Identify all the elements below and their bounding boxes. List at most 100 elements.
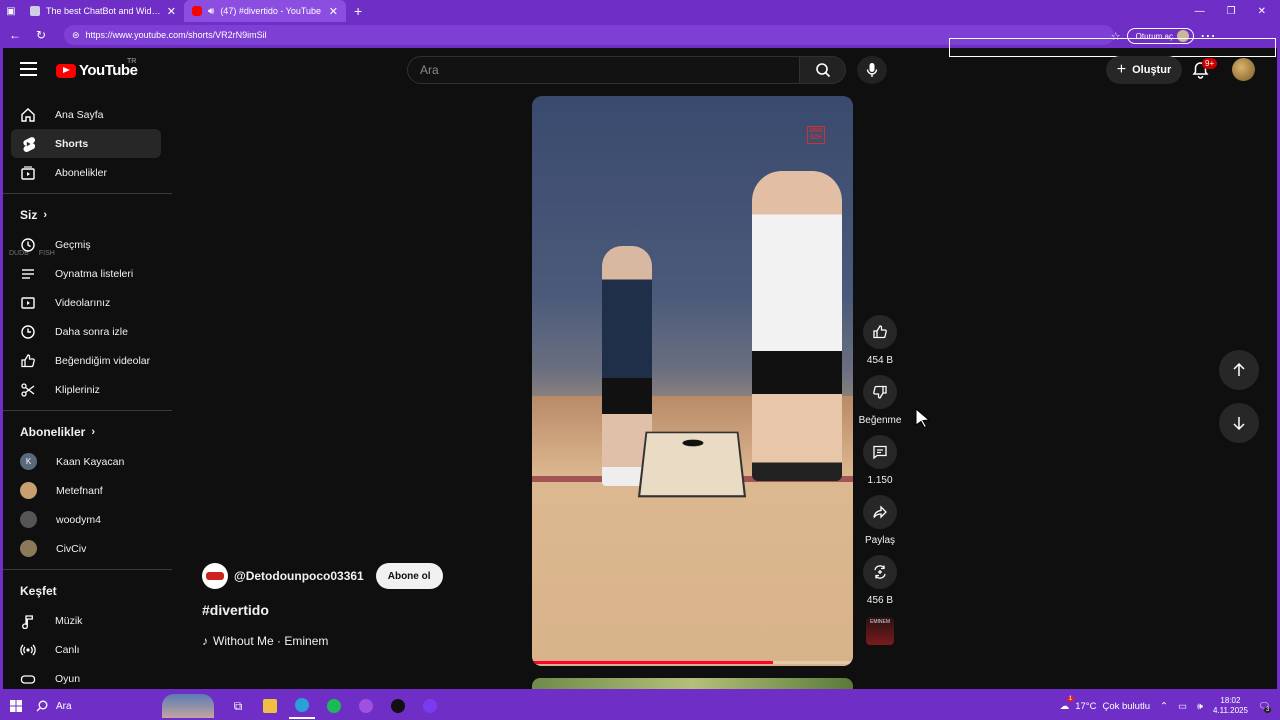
section-title: Siz — [20, 208, 38, 222]
subscribe-button[interactable]: Abone ol — [375, 563, 443, 589]
remix-button[interactable] — [863, 555, 897, 589]
edge-icon — [295, 698, 309, 712]
site-info-icon[interactable]: ⊜ — [72, 30, 80, 41]
country-code: TR — [127, 58, 137, 65]
youtube-logo[interactable]: YouTube TR — [56, 58, 138, 79]
windows-taskbar: Ara ⧉ ☁ 1 17°C Çok bulutlu ⌃ ▭ 🕪︎ 18:02 4… — [0, 692, 1280, 720]
create-label: Oluştur — [1132, 64, 1172, 76]
short-title[interactable]: #divertido — [202, 602, 269, 618]
volume-icon[interactable]: 🕪︎ — [1197, 701, 1203, 712]
task-view-icon: ⧉ — [233, 698, 243, 713]
sidebar-section-subscriptions[interactable]: Abonelikler › — [0, 417, 172, 447]
scissors-icon — [20, 382, 36, 398]
sidebar-item-live[interactable]: Canlı — [0, 635, 172, 664]
taskbar-search[interactable]: Ara — [32, 700, 162, 712]
taskbar-capcut[interactable] — [385, 693, 411, 719]
windows-logo-icon — [10, 700, 22, 712]
chevron-up-icon[interactable]: ⌃ — [1160, 701, 1168, 712]
share-button[interactable] — [863, 495, 897, 529]
capcut-icon — [391, 699, 405, 713]
sidebar-item-gaming[interactable]: Oyun — [0, 664, 172, 692]
chevron-right-icon: › — [43, 209, 48, 221]
sidebar-divider — [0, 193, 172, 194]
sidebar-item-watch-later[interactable]: Daha sonra izle — [0, 317, 172, 346]
speaker-icon[interactable]: 🔊︎ — [208, 6, 214, 17]
channel-name[interactable]: @Detodounpoco03361 — [234, 569, 364, 583]
sidebar-item-liked-videos[interactable]: Beğendiğim videolar — [0, 346, 172, 375]
music-note-icon: ♪ — [202, 634, 208, 648]
next-short-preview[interactable] — [532, 678, 853, 692]
sidebar-sub-woodym4[interactable]: woodym4 — [0, 505, 172, 534]
account-avatar[interactable] — [1232, 58, 1255, 81]
sidebar-item-label: Beğendiğim videolar — [55, 354, 151, 367]
tab-favicon-icon — [30, 6, 40, 16]
taskbar-spotify[interactable] — [321, 693, 347, 719]
taskbar-messenger[interactable] — [353, 693, 379, 719]
sidebar-sub-metefnanf[interactable]: Metefnanf — [0, 476, 172, 505]
voice-search-button[interactable] — [857, 56, 887, 84]
sidebar-item-label: Shorts — [55, 137, 89, 150]
short-sound-link[interactable]: ♪ Without Me · Eminem — [202, 634, 328, 648]
search-input[interactable]: Ara — [407, 56, 800, 84]
next-short-button[interactable] — [1219, 403, 1259, 443]
taskbar-search-label: Ara — [56, 700, 72, 712]
section-title: Abonelikler — [20, 425, 86, 439]
taskbar-file-explorer[interactable] — [257, 693, 283, 719]
your-videos-icon — [20, 295, 36, 311]
comments-button[interactable] — [863, 435, 897, 469]
remix-count: 456 B — [866, 595, 894, 606]
channel-avatar — [20, 511, 37, 528]
browser-tab-youtube[interactable]: 🔊︎ (47) #divertido - YouTube ✕ — [184, 0, 346, 22]
maximize-icon[interactable]: ❐ — [1227, 6, 1236, 17]
close-tab-icon[interactable]: ✕ — [329, 5, 338, 18]
previous-short-button[interactable] — [1219, 350, 1259, 390]
sidebar-item-your-videos[interactable]: Videolarınız — [0, 288, 172, 317]
weather-text: Çok bulutlu — [1102, 700, 1150, 712]
network-icon[interactable]: ▭ — [1178, 701, 1187, 712]
app-icon — [423, 699, 437, 713]
music-album-thumbnail[interactable]: EMINEM — [866, 617, 894, 645]
notification-center-icon[interactable]: 🗨︎ 3 — [1258, 701, 1272, 713]
share-action: Paylaş — [863, 495, 897, 546]
weather-widget[interactable]: ☁ 1 17°C Çok bulutlu — [1060, 695, 1150, 712]
sidebar-item-home[interactable]: Ana Sayfa — [0, 100, 172, 129]
sidebar-item-music[interactable]: Müzik — [0, 606, 172, 635]
sidebar-item-playlists[interactable]: Oynatma listeleri — [0, 259, 172, 288]
taskbar-app-purple[interactable] — [417, 693, 443, 719]
back-icon[interactable]: ← — [6, 28, 24, 42]
video-frame-cornhole-board — [637, 431, 747, 498]
sidebar-item-clips[interactable]: Klipleriniz — [0, 375, 172, 404]
like-button[interactable] — [863, 315, 897, 349]
taskbar-edge[interactable] — [289, 693, 315, 719]
new-tab-button[interactable]: + — [346, 3, 370, 19]
close-tab-icon[interactable]: ✕ — [167, 5, 176, 18]
search-button[interactable] — [800, 56, 846, 84]
search-highlight-image[interactable] — [162, 694, 214, 718]
sidebar-item-shorts[interactable]: Shorts — [11, 129, 161, 158]
sidebar-sub-kaan-kayacan[interactable]: K Kaan Kayacan — [0, 447, 172, 476]
arrow-up-icon — [1233, 363, 1245, 376]
minimize-icon[interactable]: — — [1195, 6, 1205, 17]
refresh-icon[interactable]: ↻ — [32, 28, 50, 42]
window-controls: — ❐ ✕ — [1195, 6, 1280, 17]
thumbs-down-icon — [873, 385, 887, 399]
task-view-button[interactable]: ⧉ — [225, 693, 251, 719]
tab-title: The best ChatBot and Widgets fo — [46, 6, 161, 16]
guide-menu-icon[interactable] — [20, 62, 37, 76]
sidebar-section-you[interactable]: Siz › — [0, 200, 172, 230]
taskbar-clock[interactable]: 18:02 4.11.2025 — [1213, 696, 1248, 716]
short-action-rail: 454 B Beğenme 1.150 Paylaş 456 B EMINEM — [859, 315, 901, 645]
short-video-player[interactable]: DNG SZH — [532, 96, 853, 666]
sidebar-item-history[interactable]: Geçmiş — [0, 230, 172, 259]
start-button[interactable] — [0, 700, 32, 712]
browser-tab-chatbot[interactable]: The best ChatBot and Widgets fo ✕ — [22, 0, 184, 22]
close-window-icon[interactable]: ✕ — [1258, 6, 1266, 17]
channel-avatar[interactable] — [202, 563, 228, 589]
sidebar-sub-civciv[interactable]: CivCiv — [0, 534, 172, 563]
video-progress-bar[interactable] — [532, 661, 853, 664]
sidebar-item-subscriptions[interactable]: Abonelikler — [0, 158, 172, 187]
dislike-button[interactable] — [863, 375, 897, 409]
window-menu-icon[interactable]: ▣ — [0, 0, 22, 22]
temperature: 17°C — [1075, 700, 1097, 712]
create-button[interactable]: + Oluştur — [1106, 56, 1182, 84]
